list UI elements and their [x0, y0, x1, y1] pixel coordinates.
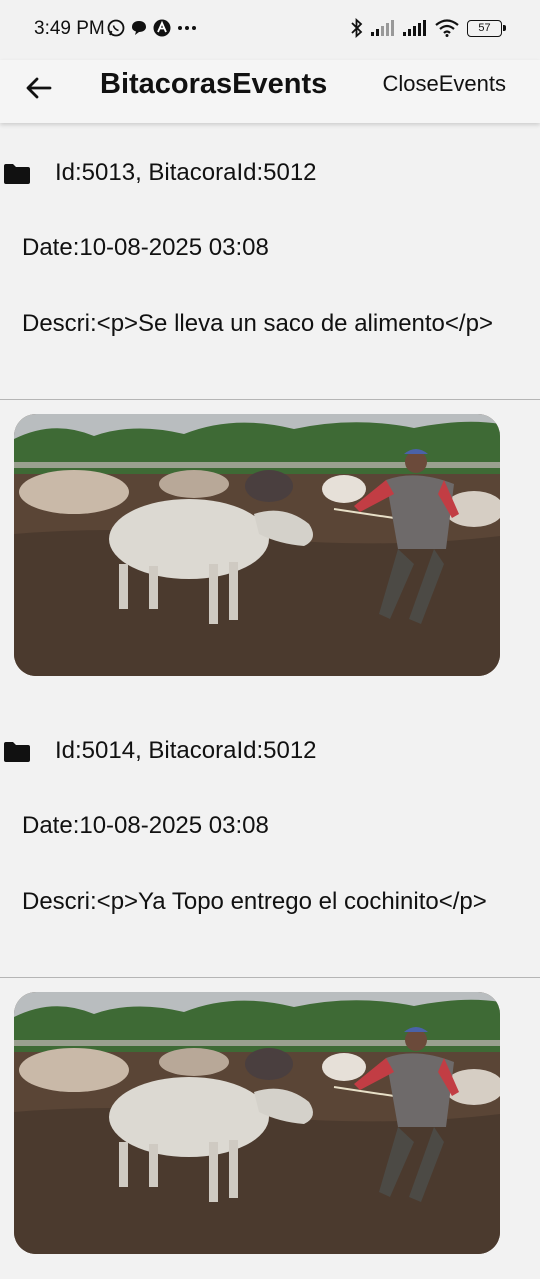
battery-level: 57: [478, 22, 491, 34]
arrow-left-icon[interactable]: [24, 73, 54, 103]
event-item[interactable]: Id:5013, BitacoraId:5012 Date:10-08-2025…: [0, 123, 540, 400]
folder-icon: [4, 164, 30, 184]
bluetooth-icon: [351, 18, 363, 38]
event-photo-container: [0, 978, 540, 1279]
folder-icon: [4, 742, 30, 762]
whatsapp-icon: [107, 19, 125, 37]
event-photo[interactable]: [14, 992, 500, 1254]
page-title: BitacorasEvents: [100, 68, 328, 100]
notification-icons: [107, 19, 197, 37]
close-events-button[interactable]: CloseEvents: [382, 71, 506, 97]
event-description: Descri:<p>Se lleva un saco de alimento</…: [22, 310, 493, 337]
system-icons: 57: [351, 18, 506, 38]
event-item[interactable]: Id:5014, BitacoraId:5012 Date:10-08-2025…: [0, 701, 540, 978]
cattle-photo-illustration: [14, 992, 500, 1254]
more-notifications-icon: [178, 26, 196, 30]
event-date: Date:10-08-2025 03:08: [22, 234, 269, 261]
event-date: Date:10-08-2025 03:08: [22, 812, 269, 839]
status-bar: 3:49 PM 57: [0, 0, 540, 60]
chat-bubble-icon: [132, 21, 146, 35]
app-a-icon: [153, 19, 171, 37]
cattle-photo-illustration: [14, 414, 500, 676]
event-description: Descri:<p>Ya Topo entrego el cochinito</…: [22, 888, 487, 915]
event-ids: Id:5014, BitacoraId:5012: [55, 737, 317, 764]
battery-icon: 57: [467, 19, 506, 37]
app-bar: BitacorasEvents CloseEvents: [0, 60, 540, 123]
status-time: 3:49 PM: [34, 18, 105, 39]
signal-icon-2: [403, 20, 426, 36]
event-photo[interactable]: [14, 414, 500, 676]
event-photo-container: [0, 400, 540, 701]
signal-icon: [371, 20, 394, 36]
event-ids: Id:5013, BitacoraId:5012: [55, 159, 317, 186]
wifi-icon: [435, 19, 459, 37]
